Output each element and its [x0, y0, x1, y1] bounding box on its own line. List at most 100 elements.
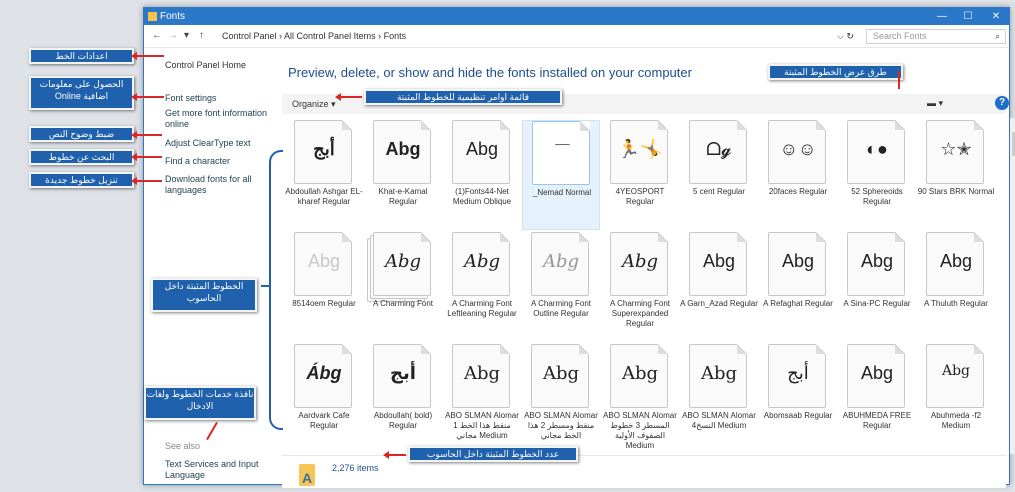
font-sample: Abg — [781, 251, 815, 271]
folder-icon — [148, 12, 157, 21]
breadcrumb[interactable]: Control Panel › All Control Panel Items … — [222, 31, 406, 41]
font-item[interactable]: Abg Khat-e-Kamal Regular — [364, 120, 442, 230]
font-name: 90 Stars BRK Normal — [917, 187, 995, 196]
minimize-button[interactable]: — — [929, 8, 955, 25]
more-font-info-link[interactable]: Get more font information online — [165, 108, 269, 130]
font-name: Abdoullah( bold) Regular — [373, 411, 433, 430]
font-item[interactable]: Abg A Charming Font Outline Regular — [522, 232, 600, 342]
refresh-icon[interactable]: ⌵ ↻ — [837, 31, 854, 42]
font-item[interactable]: Abg ABO SLMAN Alomar المسطر 3 خطوط الصفوف… — [601, 344, 679, 454]
font-item[interactable]: 🏃🤸 4YEOSPORT Regular — [601, 120, 679, 230]
font-item[interactable]: ~~~ _Nemad Normal — [522, 120, 600, 230]
item-count: 2,276 items — [332, 463, 379, 473]
font-name: A Charming Font Leftleaning Regular — [447, 299, 517, 318]
font-item[interactable]: Abg A Charming Font Superexpanded Regular — [601, 232, 679, 342]
font-item[interactable]: Abg 8514oem Regular — [285, 232, 363, 342]
font-sample: ☺☺ — [779, 139, 817, 159]
font-preview-icon: Abg — [768, 232, 826, 296]
font-item[interactable]: ◐● 52 Sphereoids Regular — [838, 120, 916, 230]
font-item[interactable]: Abg ABO SLMAN Alomar النسخ4 Medium — [680, 344, 758, 454]
annotation-cleartype: ضبط وضوح النص — [29, 126, 134, 142]
font-item[interactable]: Abg Abuhmeda -f2 Medium — [917, 344, 995, 454]
font-preview-icon: Ábg — [294, 344, 352, 408]
vertical-scrollbar[interactable] — [1010, 118, 1015, 454]
annotation-download: تنزيل خطوط جديدة — [29, 172, 134, 188]
font-item[interactable]: Abg A Sina-PC Regular — [838, 232, 916, 342]
annotation-font-settings: اعدادات الخط — [29, 48, 134, 64]
font-item[interactable]: ☺☺ 20faces Regular — [759, 120, 837, 230]
annotation-arrow — [335, 93, 362, 101]
close-button[interactable]: ✕ — [983, 8, 1009, 25]
font-sample: Abg — [384, 251, 422, 272]
font-sample: Abg — [941, 363, 971, 379]
font-item[interactable]: ᗝ𝓰 5 cent Regular — [680, 120, 758, 230]
font-name: Abuhmeda -f2 Medium — [930, 411, 982, 430]
annotation-view-methods: طرق عرض الخطوط المثبتة — [768, 64, 903, 80]
up-icon[interactable]: ↑ — [199, 30, 204, 41]
font-item[interactable]: Abg A Refaghat Regular — [759, 232, 837, 342]
back-icon[interactable]: ← — [152, 30, 162, 41]
font-preview-icon: Abg — [689, 232, 747, 296]
font-item[interactable]: Abg (1)Fonts44-Net Medium Oblique — [443, 120, 521, 230]
font-item[interactable]: Abg ABO SLMAN Alomar منقط ومسطر 2 هذا الخ… — [522, 344, 600, 454]
font-preview-icon: أبج — [294, 120, 352, 184]
font-sample: Abg — [542, 251, 580, 272]
help-icon[interactable]: ? — [995, 96, 1009, 110]
annotation-arrow — [131, 52, 164, 60]
find-character-link[interactable]: Find a character — [165, 156, 230, 167]
font-name: _Nemad Normal — [532, 188, 592, 197]
font-preview-icon: ~~~ — [532, 121, 590, 185]
download-fonts-link[interactable]: Download fonts for all languages — [165, 174, 269, 196]
maximize-button[interactable]: ☐ — [955, 8, 981, 25]
font-preview-icon: أبج — [768, 344, 826, 408]
font-sample: Ábg — [306, 363, 342, 383]
font-item[interactable]: Abg A Thuluth Regular — [917, 232, 995, 342]
font-item[interactable]: Abg ABUHMEDA FREE Regular — [838, 344, 916, 454]
font-sample: Abg — [939, 251, 973, 271]
font-item[interactable]: Abg A Charming Font — [364, 232, 442, 342]
annotation-more-info: الحصول على معلومات اضافية Online — [29, 76, 134, 110]
font-name: 52 Sphereoids Regular — [851, 187, 903, 206]
font-preview-icon: Abg — [452, 232, 510, 296]
view-options-button[interactable]: ▬ ▾ — [927, 98, 943, 109]
font-sample: Abg — [385, 139, 421, 159]
font-grid: أبج Abdoullah Ashgar EL-kharef Regular Abg… — [285, 118, 1000, 454]
organize-button[interactable]: Organize ▾ — [292, 99, 336, 110]
font-item[interactable]: Ábg Aardvark Cafe Regular — [285, 344, 363, 454]
text-services-link[interactable]: Text Services and Input Language — [165, 459, 269, 481]
font-sample: ~~~ — [554, 140, 571, 151]
font-sample: Abg — [860, 251, 894, 271]
font-settings-link[interactable]: Font settings — [165, 93, 217, 104]
search-input[interactable]: Search Fonts ⌕ — [866, 29, 1006, 44]
font-folder-icon: A — [299, 464, 315, 486]
font-item[interactable]: أبج Abomsaab Regular — [759, 344, 837, 454]
font-preview-icon: Abg — [847, 232, 905, 296]
font-item[interactable]: ☆✭ 90 Stars BRK Normal — [917, 120, 995, 230]
font-preview-icon: Abg — [452, 344, 510, 408]
font-name: Abomsaab Regular — [763, 411, 833, 420]
font-sample: ◐● — [866, 139, 888, 159]
font-name: A Garn_Azad Regular — [680, 299, 758, 308]
font-item[interactable]: Abg A Garn_Azad Regular — [680, 232, 758, 342]
font-item[interactable]: Abg A Charming Font Leftleaning Regular — [443, 232, 521, 342]
font-preview-icon: Abg — [373, 120, 431, 184]
font-item[interactable]: أبج Abdoullah( bold) Regular — [364, 344, 442, 454]
font-preview-icon: Abg — [926, 232, 984, 296]
font-item[interactable]: Abg ABO SLMAN Alomar 1 منقط هذا الخط مجان… — [443, 344, 521, 454]
page-title: Preview, delete, or show and hide the fo… — [288, 65, 692, 80]
control-panel-home-link[interactable]: Control Panel Home — [165, 60, 246, 71]
font-name: A Refaghat Regular — [763, 299, 833, 308]
font-sample: Abg — [700, 363, 738, 384]
font-item[interactable]: أبج Abdoullah Ashgar EL-kharef Regular — [285, 120, 363, 230]
font-preview-icon: Abg — [610, 232, 668, 296]
forward-icon[interactable]: → — [168, 30, 178, 41]
font-preview-icon: ☺☺ — [768, 120, 826, 184]
adjust-cleartype-link[interactable]: Adjust ClearType text — [165, 138, 251, 149]
recent-dropdown-icon[interactable]: ▾ — [184, 30, 189, 41]
font-name: A Thuluth Regular — [924, 299, 988, 308]
search-placeholder: Search Fonts — [873, 31, 927, 41]
status-bar: A 2,276 items — [282, 455, 1006, 488]
font-sample: Abg — [621, 363, 659, 384]
font-preview-icon: 🏃🤸 — [610, 120, 668, 184]
font-name: ABO SLMAN Alomar النسخ4 Medium — [682, 411, 756, 430]
